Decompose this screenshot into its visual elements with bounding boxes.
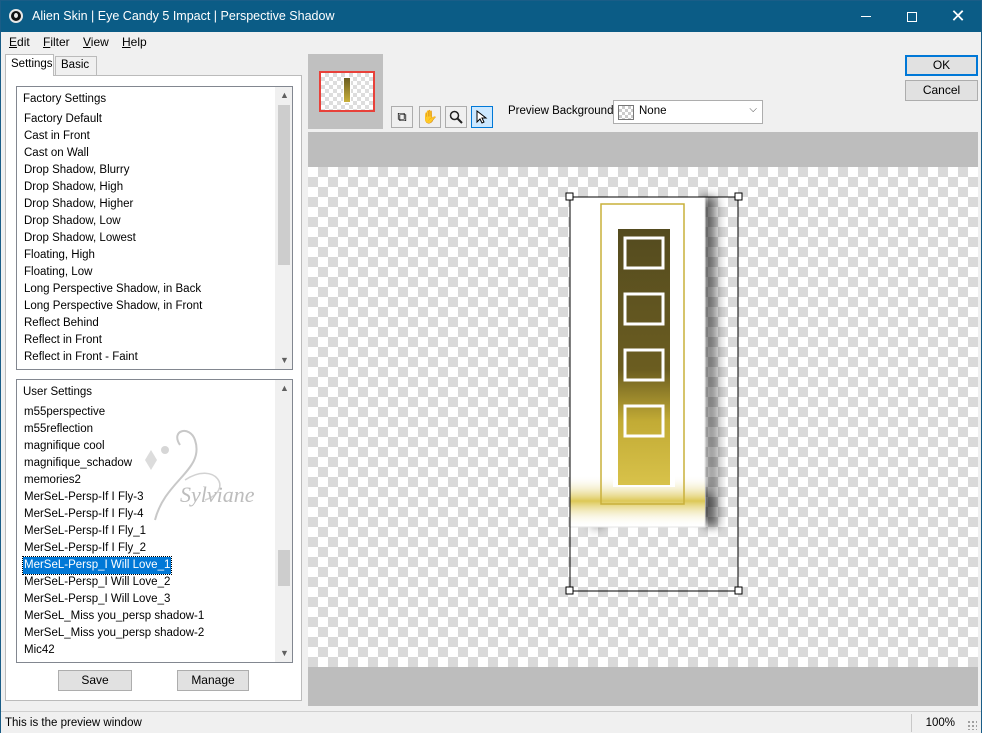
menu-help[interactable]: Help — [122, 35, 147, 49]
list-item[interactable]: Mic42 — [23, 642, 56, 659]
menu-view-mnemonic: V — [83, 35, 91, 49]
list-item[interactable]: Floating, High — [23, 247, 96, 264]
list-item[interactable]: Cast in Front — [23, 128, 91, 145]
transform-handle-top-left[interactable] — [565, 192, 574, 201]
maximize-button[interactable] — [889, 1, 935, 32]
list-item[interactable]: MerSeL-Persp_I Will Love_3 — [23, 591, 171, 608]
status-bar: This is the preview window 100% — [1, 711, 981, 733]
menu-filter-label: ilter — [50, 35, 70, 49]
list-item[interactable]: Reflect Behind — [23, 315, 100, 332]
list-item[interactable]: m55perspective — [23, 404, 106, 421]
view-original-icon: ⧉ — [397, 109, 407, 124]
resize-grip-icon[interactable] — [967, 720, 977, 730]
menu-view-label: iew — [90, 35, 109, 49]
menu-edit-label: dit — [17, 35, 30, 49]
preview-background-label: Preview Background: — [508, 105, 617, 117]
close-button[interactable]: ✕ — [935, 1, 981, 32]
menu-bar: Edit Filter View Help — [1, 32, 981, 52]
list-item[interactable]: MerSeL-Persp_I Will Love_2 — [23, 574, 171, 591]
list-item[interactable]: MerSeL-Persp_I Will Love_1 — [21, 556, 173, 575]
menu-edit-mnemonic: E — [9, 35, 18, 49]
hand-icon: ✋ — [421, 109, 439, 124]
list-item[interactable]: Drop Shadow, Low — [23, 213, 122, 230]
list-item[interactable]: m55reflection — [23, 421, 94, 438]
list-item[interactable]: magnifique cool — [23, 438, 106, 455]
list-item[interactable]: Cast on Wall — [23, 145, 90, 162]
zoom-level: 100% — [911, 714, 959, 732]
menu-help-label: elp — [130, 35, 147, 49]
factory-scrollbar[interactable]: ▲ ▼ — [275, 87, 292, 369]
navigator-viewport[interactable] — [319, 71, 375, 112]
scrollbar-thumb[interactable] — [278, 105, 290, 265]
menu-help-mnemonic: H — [122, 35, 131, 49]
watermark-logo: Sylviane — [145, 430, 255, 521]
list-item[interactable]: MerSeL-Persp-If I Fly_2 — [23, 540, 147, 557]
maximize-icon — [907, 11, 917, 22]
factory-settings-list[interactable]: Factory Settings Factory Default Cast in … — [16, 86, 293, 370]
hand-tool-button[interactable]: ✋ — [419, 106, 441, 128]
alien-skin-logo-icon — [9, 9, 23, 23]
chevron-down-icon: ⌵ — [749, 104, 757, 115]
manage-button[interactable]: Manage — [177, 670, 249, 691]
list-item[interactable]: Reflect in Front - Faint — [23, 349, 139, 366]
list-item[interactable]: Drop Shadow, Lowest — [23, 230, 137, 247]
list-item[interactable]: Long Perspective Shadow, in Front — [23, 298, 203, 315]
menu-edit[interactable]: Edit — [9, 35, 30, 49]
user-settings-header: User Settings — [23, 386, 93, 398]
scroll-up-icon[interactable]: ▲ — [276, 87, 292, 104]
save-button[interactable]: Save — [58, 670, 132, 691]
menu-filter[interactable]: Filter — [43, 35, 70, 49]
list-item[interactable]: memories2 — [23, 472, 82, 489]
list-item[interactable]: magnifique_schadow — [23, 455, 133, 472]
menu-view[interactable]: View — [83, 35, 109, 49]
transform-handle-top-right[interactable] — [734, 192, 743, 201]
close-icon: ✕ — [950, 6, 966, 26]
list-item[interactable]: Drop Shadow, Higher — [23, 196, 134, 213]
user-settings-list[interactable]: User Settings m55perspective m55reflectio… — [16, 379, 293, 663]
preview-canvas[interactable] — [308, 167, 978, 667]
transform-handle-bottom-right[interactable] — [734, 586, 743, 595]
list-item[interactable]: Drop Shadow, Blurry — [23, 162, 130, 179]
pointer-tool-button[interactable] — [471, 106, 493, 128]
user-scrollbar[interactable]: ▲ ▼ — [275, 380, 292, 662]
preview-background-value: None — [639, 105, 667, 117]
list-item[interactable]: Floating, Low — [23, 264, 93, 281]
scroll-down-icon[interactable]: ▼ — [276, 352, 292, 369]
list-item[interactable]: Reflect in Front — [23, 332, 103, 349]
settings-panel: Factory Settings Factory Default Cast in … — [5, 75, 302, 701]
window-title: Alien Skin | Eye Candy 5 Impact | Perspe… — [32, 9, 335, 23]
preview-background-select[interactable]: None ⌵ — [613, 100, 763, 124]
scroll-up-icon[interactable]: ▲ — [276, 380, 292, 397]
scroll-down-icon[interactable]: ▼ — [276, 645, 292, 662]
list-item[interactable]: MerSeL_Miss you_persp shadow-2 — [23, 625, 205, 642]
tab-settings[interactable]: Settings — [5, 54, 54, 76]
tab-basic[interactable]: Basic — [55, 56, 97, 75]
scrollbar-thumb[interactable] — [278, 550, 290, 586]
minimize-button[interactable] — [843, 1, 889, 32]
view-original-button[interactable]: ⧉ — [391, 106, 413, 128]
navigator-thumbnail[interactable] — [308, 54, 383, 129]
preview-window[interactable] — [308, 132, 978, 706]
transparent-swatch-icon — [618, 105, 634, 120]
cancel-button[interactable]: Cancel — [905, 80, 978, 101]
list-item[interactable]: Long Perspective Shadow, in Back — [23, 281, 202, 298]
thumbnail-image — [343, 77, 351, 103]
zoom-tool-button[interactable] — [445, 106, 467, 128]
list-item[interactable]: Drop Shadow, High — [23, 179, 124, 196]
minimize-icon — [861, 16, 871, 17]
preview-image — [565, 192, 743, 595]
zoom-icon — [449, 110, 463, 124]
list-item[interactable]: Factory Default — [23, 111, 103, 128]
title-bar: Alien Skin | Eye Candy 5 Impact | Perspe… — [1, 1, 981, 32]
watermark-text: Sylviane — [180, 482, 255, 507]
factory-settings-header: Factory Settings — [23, 93, 107, 105]
status-text: This is the preview window — [5, 717, 142, 729]
list-item[interactable]: MerSeL_Miss you_persp shadow-1 — [23, 608, 205, 625]
transform-handle-bottom-left[interactable] — [565, 586, 574, 595]
arrow-pointer-icon — [476, 110, 488, 124]
ok-button[interactable]: OK — [905, 55, 978, 76]
eye-candy-window: Alien Skin | Eye Candy 5 Impact | Perspe… — [0, 0, 982, 733]
